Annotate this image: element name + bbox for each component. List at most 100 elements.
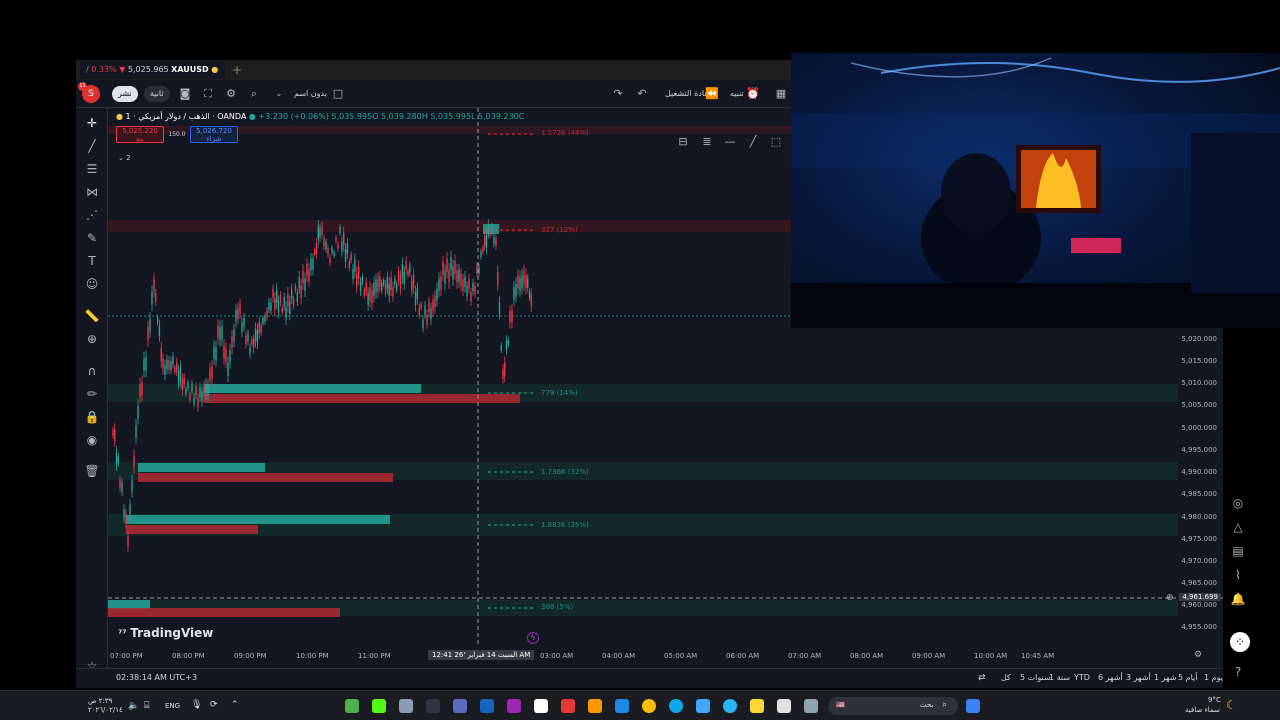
taskview-icon[interactable] <box>804 699 818 713</box>
brush-icon[interactable]: ✎ <box>84 230 100 246</box>
apps-grid-icon[interactable]: ⁘ <box>1230 632 1250 652</box>
target-icon[interactable]: ◎ <box>1230 495 1246 511</box>
trendline-icon[interactable]: ╱ <box>84 138 100 154</box>
mic-icon[interactable]: 🎙 <box>191 700 202 710</box>
chrome-icon[interactable] <box>642 699 656 713</box>
camera-icon[interactable]: ◙ <box>178 86 192 102</box>
buy-button[interactable]: 5,026.720 شراء <box>190 126 238 143</box>
minus-icon[interactable]: — <box>723 134 737 150</box>
rss-icon[interactable]: ⌇ <box>1230 567 1246 583</box>
fullscreen-icon[interactable]: ⛶ <box>201 86 215 102</box>
settings-icon[interactable]: ⚙ <box>224 86 238 102</box>
file-explorer-icon[interactable] <box>750 699 764 713</box>
crosshair-icon[interactable]: ✛ <box>84 115 100 131</box>
help-icon[interactable]: ? <box>1230 664 1246 680</box>
date-range-icon[interactable]: ⇄ <box>978 673 986 683</box>
alert-button[interactable]: تنبيه <box>730 86 744 102</box>
range-5y[interactable]: سنوات 5 <box>1020 673 1051 682</box>
language-indicator[interactable]: ENG <box>165 702 180 710</box>
range-ytd[interactable]: YTD <box>1074 673 1090 682</box>
range-1m[interactable]: شهر 1 <box>1154 673 1176 682</box>
app-white-icon[interactable] <box>777 699 791 713</box>
range-1y[interactable]: سنة 1 <box>1049 673 1070 682</box>
kick-icon[interactable] <box>372 699 386 713</box>
chevron-up-icon[interactable]: ⌃ <box>231 700 239 710</box>
patterns-icon[interactable]: ⋰ <box>84 207 100 223</box>
mail-icon[interactable] <box>696 699 710 713</box>
redo-icon[interactable]: ↷ <box>611 86 625 102</box>
bell-icon[interactable]: 🔔 <box>1230 591 1246 607</box>
range-3m[interactable]: أشهر 3 <box>1126 673 1151 682</box>
layers-icon[interactable]: ⊟ <box>676 134 690 150</box>
camera-app-icon[interactable] <box>399 699 413 713</box>
time-tick: 10:00 AM <box>974 652 1008 660</box>
lightning-icon[interactable]: ϟ <box>527 632 539 644</box>
taskbar-time[interactable]: ‫‬٢:٣٩ ص <box>88 697 112 705</box>
grid-icon[interactable]: ▦ <box>774 86 788 102</box>
range-all[interactable]: كل <box>1001 673 1011 682</box>
eye-icon[interactable]: ◉ <box>84 432 100 448</box>
volume-icon[interactable]: 🔈 <box>128 701 139 711</box>
tradingview-taskbar-icon[interactable] <box>534 699 548 713</box>
triangle-icon[interactable]: △ <box>1230 519 1246 535</box>
app-orange-icon[interactable] <box>588 699 602 713</box>
range-6m[interactable]: أشهر 6 <box>1098 673 1123 682</box>
browser-tab[interactable]: / 0.33% ▼ 5,025.965 XAUUSD ● <box>80 61 225 79</box>
candle-body <box>145 357 147 371</box>
weather-temp[interactable]: 9°C <box>1208 696 1221 704</box>
add-alert-icon[interactable]: ⊕ <box>1166 593 1174 603</box>
diagonal-icon[interactable]: ╱ <box>746 134 760 150</box>
time-axis[interactable]: 07:00 PM 08:00 PM 09:00 PM 10:00 PM 11:0… <box>108 646 1223 668</box>
share-button[interactable]: نشر <box>112 86 138 102</box>
indicators-toggle[interactable]: ⌄ 2 <box>118 154 131 162</box>
square-icon[interactable]: □ <box>331 86 345 102</box>
volume-label: 1.883K (35%) <box>541 521 589 529</box>
sell-button[interactable]: 5,025.220 بيع <box>116 126 164 143</box>
app-purple-icon[interactable] <box>507 699 521 713</box>
candle-body <box>141 382 143 396</box>
store-icon[interactable] <box>615 699 629 713</box>
edge-icon[interactable] <box>669 699 683 713</box>
emoji-icon[interactable]: ☺ <box>84 276 100 292</box>
candle-body <box>369 287 371 301</box>
calendar-icon[interactable]: ▤ <box>1230 543 1246 559</box>
undo-icon[interactable]: ↶ <box>635 86 649 102</box>
window-icon[interactable] <box>480 699 494 713</box>
ruler-icon[interactable]: 📏 <box>84 308 100 324</box>
app-icon[interactable] <box>345 699 359 713</box>
youtube-icon[interactable] <box>561 699 575 713</box>
layout-name-button[interactable]: بدون اسم <box>294 86 327 102</box>
candle-body <box>294 285 297 291</box>
candle-body <box>203 385 205 397</box>
start-icon[interactable] <box>966 699 980 713</box>
timeframe-button[interactable]: ثانية <box>144 86 170 102</box>
range-1d[interactable]: يوم 1 <box>1204 673 1223 682</box>
taskbar-search[interactable]: 🇺🇸 بحث ⌕ <box>828 697 958 715</box>
new-tab-button[interactable]: + <box>232 61 244 79</box>
horizontal-lines-icon[interactable]: ☰ <box>84 161 100 177</box>
chevron-down-icon[interactable]: ⌄ <box>272 86 286 102</box>
frame-icon[interactable]: ⬚ <box>769 134 783 150</box>
range-5d[interactable]: أيام 5 <box>1178 673 1197 682</box>
utc-clock[interactable]: 02:38:14 AM UTC+3 <box>116 673 197 682</box>
trash-icon[interactable]: 🗑 <box>84 463 100 479</box>
pitchfork-icon[interactable]: ⋈ <box>84 184 100 200</box>
list-icon[interactable]: ≣ <box>700 134 714 150</box>
weather-desc[interactable]: سماء صافية <box>1185 706 1220 714</box>
pencil-lock-icon[interactable]: ✏ <box>84 386 100 402</box>
lock-icon[interactable]: 🔒 <box>84 409 100 425</box>
zoom-in-icon[interactable]: ⊕ <box>84 331 100 347</box>
zoom-icon[interactable]: ⌕ <box>247 86 261 102</box>
sync-icon[interactable]: ⟳ <box>210 700 218 710</box>
taskbar-date[interactable]: ٢٠٢٦/٠٢/١٤ <box>88 706 123 714</box>
network-icon[interactable]: ⌸ <box>144 701 149 711</box>
symbol-title[interactable]: الذهب / دولار أمريكي · 1 · OANDA <box>126 112 247 121</box>
candle-body <box>207 384 209 396</box>
calculator-icon[interactable] <box>453 699 467 713</box>
magnet-icon[interactable]: ∩ <box>84 363 100 379</box>
tradingview-logo[interactable]: ⁷⁷ TradingView <box>118 626 213 640</box>
obs-icon[interactable] <box>426 699 440 713</box>
axis-settings-icon[interactable]: ⚙ <box>1194 650 1202 660</box>
text-icon[interactable]: T <box>84 253 100 269</box>
telegram-icon[interactable] <box>723 699 737 713</box>
